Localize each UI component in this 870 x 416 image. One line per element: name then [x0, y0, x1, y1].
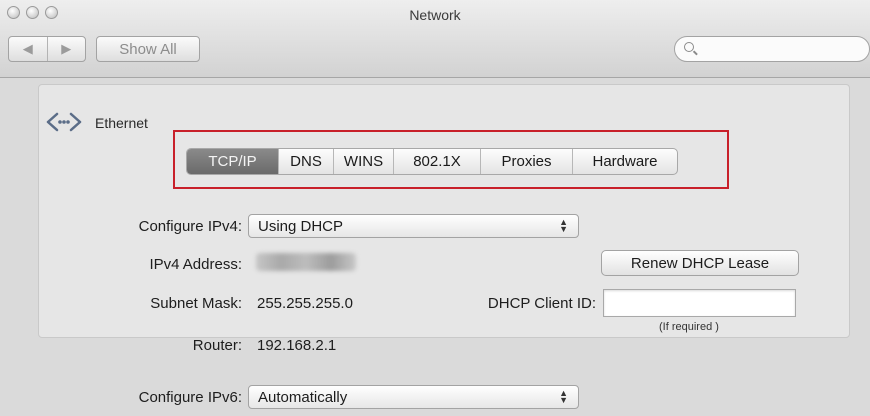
dhcp-client-id-field[interactable]	[603, 289, 796, 317]
subnet-mask-value: 255.255.255.0	[257, 295, 353, 312]
renew-dhcp-lease-button[interactable]: Renew DHCP Lease	[601, 250, 799, 276]
search-icon	[684, 42, 694, 52]
highlight-box	[173, 130, 729, 189]
search-input[interactable]	[674, 36, 870, 62]
subnet-mask-label: Subnet Mask:	[150, 295, 242, 312]
configure-ipv6-value: Automatically	[258, 388, 348, 406]
select-arrows-icon: ▲ ▼	[559, 388, 568, 405]
dhcp-client-id-hint: (If required )	[659, 321, 719, 333]
ethernet-icon	[46, 112, 82, 132]
configure-ipv6-label: Configure IPv6:	[138, 389, 242, 406]
show-all-button[interactable]: Show All	[96, 36, 200, 62]
window-title: Network	[409, 7, 461, 23]
ipv4-address-value-blurred	[256, 253, 356, 271]
configure-ipv4-value: Using DHCP	[258, 217, 344, 235]
interface-name: Ethernet	[95, 115, 148, 131]
configure-ipv4-label: Configure IPv4:	[138, 218, 242, 235]
router-value: 192.168.2.1	[257, 337, 337, 354]
ipv4-address-label: IPv4 Address:	[149, 256, 242, 273]
configure-ipv4-select[interactable]: Using DHCP ▲ ▼	[248, 214, 579, 238]
chevron-right-icon[interactable]: ▶	[46, 37, 86, 61]
router-label: Router:	[192, 337, 242, 354]
configure-ipv6-select[interactable]: Automatically ▲ ▼	[248, 385, 579, 409]
chevron-left-icon[interactable]: ◀	[9, 37, 47, 61]
dhcp-client-id-label: DHCP Client ID:	[487, 295, 596, 312]
back-forward-control: ◀ ▶	[8, 36, 86, 62]
select-arrows-icon: ▲ ▼	[559, 217, 568, 234]
window-titlebar: Network ◀ ▶ Show All	[0, 0, 870, 78]
